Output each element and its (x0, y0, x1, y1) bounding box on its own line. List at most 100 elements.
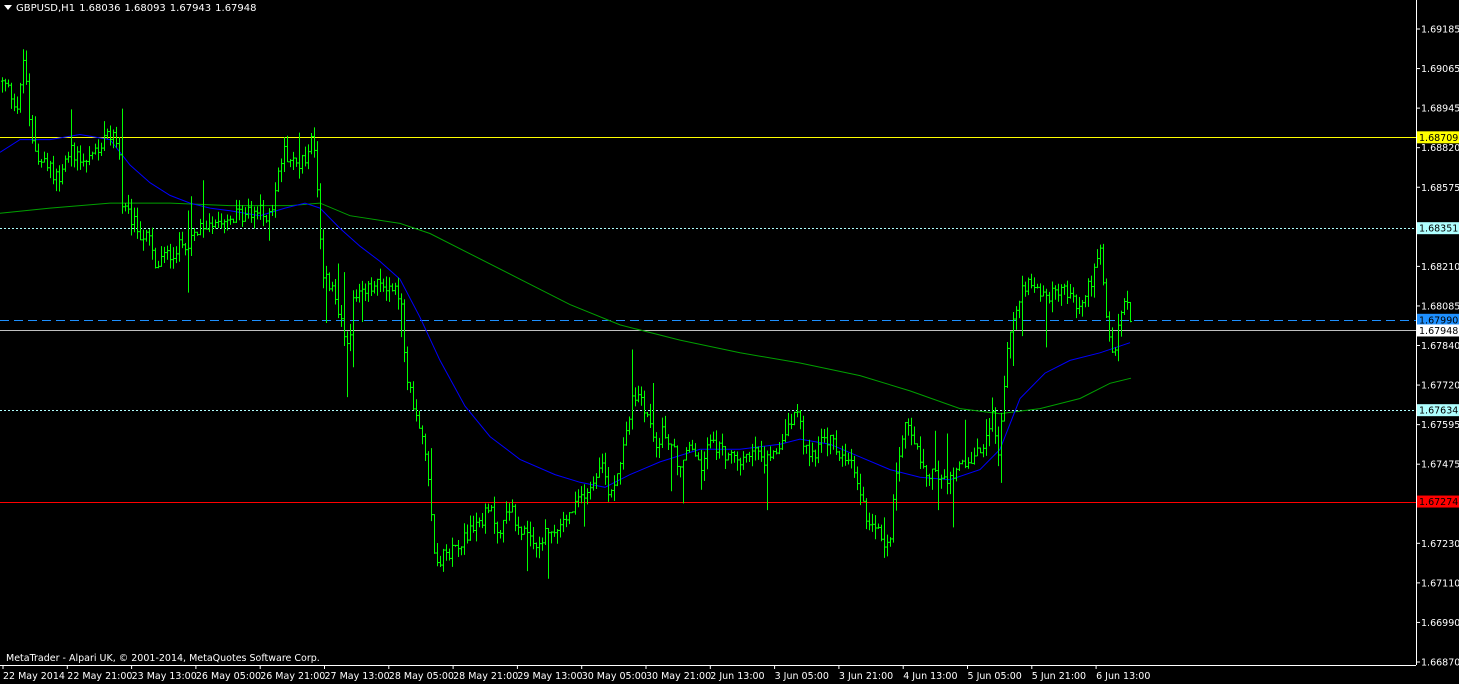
candle (130, 198, 133, 236)
candle (895, 462, 898, 511)
moving-averages-layer (0, 133, 1132, 488)
candle (1096, 249, 1099, 268)
candle (157, 260, 160, 269)
candle (625, 421, 628, 446)
high-value: 1.68093 (124, 3, 166, 14)
x-tick-label: 26 May 05:00 (196, 671, 261, 682)
candle (706, 437, 709, 470)
candle (538, 536, 541, 559)
candle (322, 229, 325, 289)
candle (4, 78, 7, 92)
candle (631, 349, 634, 430)
candle (595, 473, 598, 489)
candle (934, 430, 937, 473)
candle (628, 416, 631, 435)
candle (955, 467, 958, 482)
candle (877, 523, 880, 529)
candle (904, 421, 907, 449)
candle (850, 448, 853, 469)
candle (541, 537, 544, 551)
candle (814, 449, 817, 467)
candle (943, 469, 946, 480)
candle (370, 277, 373, 296)
candle (256, 206, 259, 220)
price-chart[interactable]: 1.691851.690651.689451.688201.685751.684… (0, 0, 1459, 684)
candle (577, 489, 580, 508)
candle (727, 452, 730, 461)
candle (85, 159, 88, 173)
candle (880, 524, 883, 542)
candle (1090, 275, 1093, 297)
candle (391, 283, 394, 292)
candle (277, 167, 280, 192)
candle (220, 213, 223, 229)
candle (139, 221, 142, 241)
y-tick-label: 1.68085 (1421, 301, 1459, 312)
candle (154, 247, 157, 269)
candle (328, 272, 331, 292)
candle (466, 524, 469, 544)
candle (793, 411, 796, 426)
candle (10, 82, 13, 109)
candle (94, 143, 97, 155)
x-tick-label: 23 May 13:00 (132, 671, 197, 682)
candle (346, 331, 349, 398)
candle (166, 245, 169, 260)
candle (424, 433, 427, 461)
price-tag: 1.67634 (1417, 404, 1459, 417)
candle (562, 511, 565, 533)
price-tag: 1.67948 (1417, 324, 1459, 337)
candle (928, 473, 931, 486)
candle (682, 459, 685, 504)
candle (1057, 283, 1060, 302)
candle (1126, 290, 1129, 310)
candle (805, 444, 808, 454)
candle (1006, 341, 1009, 388)
x-tick-label: 28 May 21:00 (453, 671, 518, 682)
price-tag-label: 1.67274 (1419, 497, 1458, 508)
candle (901, 435, 904, 458)
candle (124, 202, 127, 212)
candle (922, 448, 925, 469)
candle (1051, 281, 1054, 313)
candle (718, 441, 721, 459)
price-tag-label: 1.67634 (1419, 406, 1458, 417)
dropdown-triangle-icon[interactable] (4, 5, 12, 10)
candle (496, 521, 499, 544)
candle (979, 447, 982, 454)
chart-window[interactable]: 1.691851.690651.689451.688201.685751.684… (0, 0, 1459, 684)
candle (352, 290, 355, 368)
candle (367, 280, 370, 302)
candle (760, 440, 763, 462)
candle (703, 451, 706, 482)
candle (172, 247, 175, 269)
candle (1039, 283, 1042, 302)
candle (988, 418, 991, 447)
candle (481, 512, 484, 529)
x-tick-label: 4 Jun 13:00 (903, 671, 957, 682)
candle (700, 449, 703, 490)
candle (1108, 311, 1111, 342)
candle (568, 512, 571, 525)
candle (556, 529, 559, 544)
candle (490, 504, 493, 512)
open-value: 1.68036 (79, 3, 121, 14)
candle (622, 437, 625, 470)
candle (136, 207, 139, 239)
candle (868, 512, 871, 531)
candle (103, 121, 106, 151)
candle (427, 451, 430, 487)
candle (910, 417, 913, 446)
candle (826, 427, 829, 457)
candle (91, 151, 94, 160)
candle (175, 246, 178, 264)
candle (184, 242, 187, 256)
price-tag: 1.68709 (1417, 131, 1459, 144)
candle (532, 527, 535, 550)
candle (1081, 300, 1084, 317)
candle (61, 164, 64, 185)
candle (304, 146, 307, 167)
candle (295, 157, 298, 167)
candle (1048, 291, 1051, 304)
candle (997, 426, 1000, 467)
